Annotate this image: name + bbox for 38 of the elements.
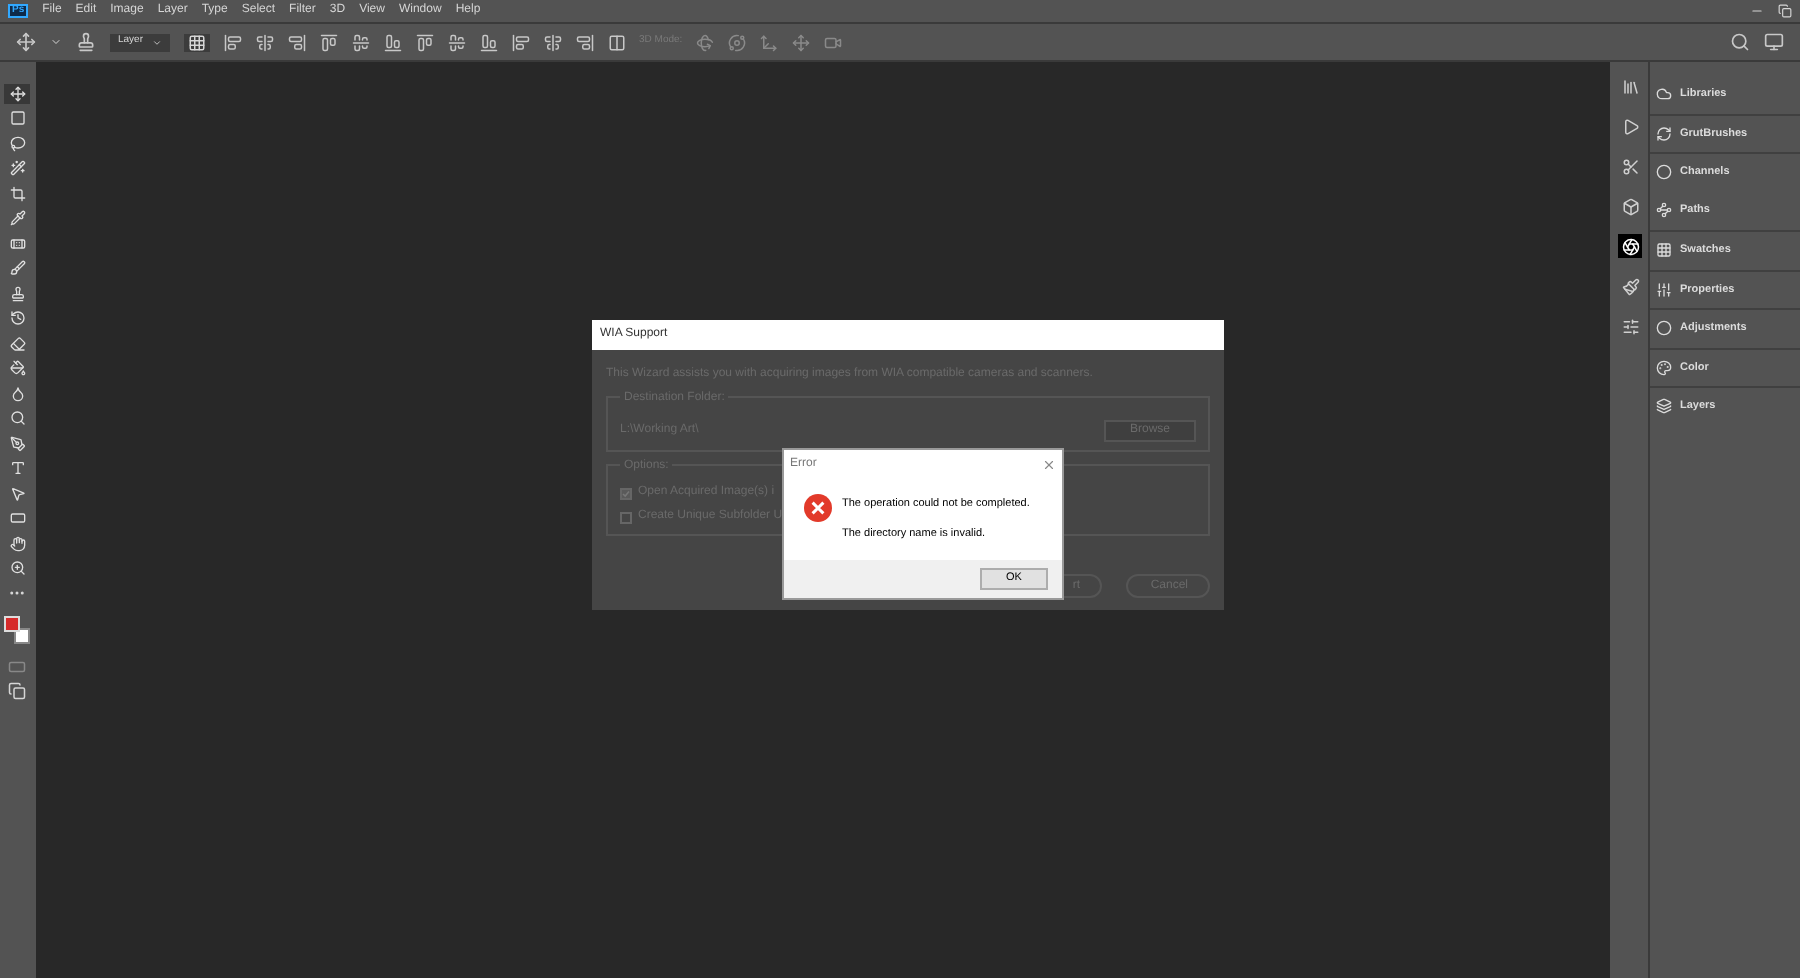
distribute-icon[interactable]: [447, 33, 466, 51]
palette-icon: [1656, 359, 1672, 376]
restore-icon[interactable]: [1778, 4, 1792, 18]
cloud-icon: [1656, 85, 1672, 102]
align-icon[interactable]: [255, 33, 274, 51]
checkbox[interactable]: [620, 487, 632, 499]
distribute-icon[interactable]: [543, 33, 562, 51]
move-icon[interactable]: [16, 32, 36, 52]
cube-icon[interactable]: [1618, 194, 1642, 218]
minimize-icon[interactable]: [1750, 4, 1764, 18]
brush-icon[interactable]: [1618, 274, 1642, 298]
workspace-icon[interactable]: [1764, 32, 1784, 52]
align-icon[interactable]: [383, 33, 402, 51]
layers-icon: [1656, 398, 1672, 415]
caret-icon: [151, 37, 162, 47]
distribute-icon[interactable]: [607, 33, 626, 51]
error-icon: [804, 494, 832, 522]
scissors-icon[interactable]: [1618, 154, 1642, 178]
align-icon[interactable]: [223, 33, 242, 51]
align-icon[interactable]: [319, 33, 338, 51]
align-icon[interactable]: [351, 33, 370, 51]
swatches-icon: [1656, 242, 1672, 259]
sliders-icon[interactable]: [1618, 314, 1642, 338]
search-icon[interactable]: [1730, 32, 1750, 52]
caret-icon[interactable]: [50, 36, 62, 48]
foreground-swatch[interactable]: [4, 616, 20, 632]
distribute-icon[interactable]: [479, 33, 498, 51]
close-icon[interactable]: [1042, 457, 1056, 471]
properties-icon: [1656, 281, 1672, 298]
distribute-icon[interactable]: [415, 33, 434, 51]
distribute-icon[interactable]: [511, 33, 530, 51]
background-swatch[interactable]: [14, 628, 30, 644]
screen-mode-icon[interactable]: [8, 682, 26, 700]
move-icon[interactable]: [4, 84, 30, 103]
align-icon[interactable]: [287, 33, 306, 51]
checkbox[interactable]: [620, 511, 632, 523]
library-icon[interactable]: [1618, 74, 1642, 98]
distribute-icon[interactable]: [575, 33, 594, 51]
